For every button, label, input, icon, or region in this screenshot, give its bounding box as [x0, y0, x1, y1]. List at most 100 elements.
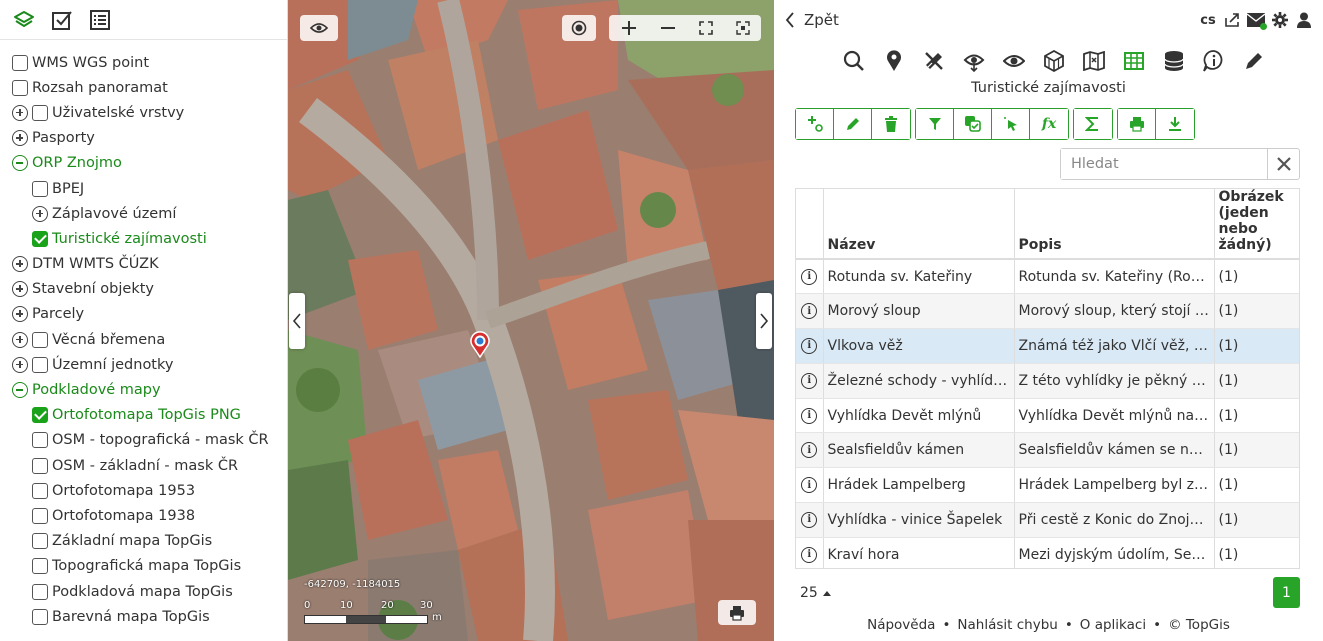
function-button[interactable]: fx: [1030, 109, 1068, 139]
layer-checkbox[interactable]: [32, 558, 48, 575]
expand-plus-icon[interactable]: [12, 130, 28, 147]
column-image[interactable]: Obrázek (jeden nebo žádný): [1214, 189, 1299, 260]
layer-checkbox[interactable]: [32, 104, 48, 121]
expand-plus-icon[interactable]: [12, 256, 28, 273]
select-layers-button[interactable]: [954, 109, 992, 139]
info-icon[interactable]: i: [801, 268, 818, 285]
layer-checkbox[interactable]: [12, 54, 28, 71]
layer-checkbox[interactable]: [32, 457, 48, 474]
table-row[interactable]: i Morový sloup Morový sloup, který stojí n…: [796, 293, 1299, 330]
3d-cube-icon[interactable]: [1034, 47, 1074, 75]
search-input[interactable]: [1061, 149, 1267, 179]
layer-checkbox[interactable]: [32, 432, 48, 449]
table-row[interactable]: i Vlkova věžZnámá též jako Vlčí věž, byla…: [796, 328, 1299, 364]
clear-search-button[interactable]: [1267, 149, 1299, 179]
info-icon[interactable]: i: [801, 407, 818, 424]
collapse-right-panel-button[interactable]: [756, 293, 772, 349]
layer-item[interactable]: Barevná mapa TopGis: [0, 604, 287, 629]
layer-item[interactable]: WMS WGS point: [0, 50, 287, 75]
page-1-button[interactable]: 1: [1273, 577, 1300, 608]
table-row[interactable]: i Železné schody - vyhlídka Z této vyhlídk…: [796, 363, 1299, 399]
table-row[interactable]: i Vyhlídka - vinice Šapelek Při cestě z Ko…: [796, 502, 1299, 538]
info-icon[interactable]: i: [801, 337, 818, 354]
zoom-out-icon[interactable]: [660, 20, 676, 36]
info-bubble-icon[interactable]: [1194, 47, 1234, 75]
layer-item[interactable]: Ortofotomapa 1938: [0, 503, 287, 528]
layer-checkbox[interactable]: [32, 507, 48, 524]
layer-checkbox[interactable]: [32, 608, 48, 625]
layer-item[interactable]: Základní mapa TopGis: [0, 529, 287, 554]
expand-plus-icon[interactable]: [12, 281, 28, 298]
print-map-button[interactable]: [718, 600, 756, 625]
poi-marker[interactable]: [469, 330, 491, 359]
edit-feature-button[interactable]: [834, 109, 872, 139]
collapse-minus-icon[interactable]: [12, 382, 28, 399]
settings-gear-icon[interactable]: [1271, 10, 1289, 30]
layer-item[interactable]: Uživatelské vrstvy: [0, 100, 287, 125]
view-settings-button[interactable]: [300, 15, 338, 41]
database-icon[interactable]: [1154, 47, 1194, 75]
column-name[interactable]: Název: [823, 189, 1015, 260]
locate-button[interactable]: [562, 15, 596, 41]
checklist-icon[interactable]: [46, 4, 78, 36]
info-icon[interactable]: i: [801, 442, 818, 459]
layer-item[interactable]: Pasporty: [0, 126, 287, 151]
layer-item[interactable]: OSM - základní - mask ČR: [0, 453, 287, 478]
measure-tools-icon[interactable]: [914, 47, 954, 75]
info-icon[interactable]: i: [801, 303, 818, 320]
layer-item[interactable]: Záplavové území: [0, 201, 287, 226]
fullscreen-icon[interactable]: [698, 21, 713, 35]
column-description[interactable]: Popis: [1014, 189, 1215, 260]
search-icon[interactable]: [834, 47, 874, 75]
layer-item[interactable]: DTM WMTS ČÚZK: [0, 252, 287, 277]
pointer-select-button[interactable]: [992, 109, 1030, 139]
edit-pencil-icon[interactable]: [1234, 47, 1274, 75]
layer-item[interactable]: Územní jednotky: [0, 352, 287, 377]
expand-plus-icon[interactable]: [12, 104, 28, 121]
help-link[interactable]: Nápověda: [867, 617, 935, 633]
list-icon[interactable]: [84, 4, 116, 36]
map-book-icon[interactable]: [1074, 47, 1114, 75]
layer-item[interactable]: ORP Znojmo: [0, 151, 287, 176]
street-view-icon[interactable]: [954, 47, 994, 75]
layer-item[interactable]: Podkladová mapa TopGis: [0, 579, 287, 604]
layer-checkbox[interactable]: [32, 180, 48, 197]
collapse-minus-icon[interactable]: [12, 155, 28, 172]
layer-item[interactable]: BPEJ: [0, 176, 287, 201]
sum-button[interactable]: [1074, 109, 1112, 139]
layer-checkbox[interactable]: [32, 533, 48, 550]
layer-item[interactable]: Stavební objekty: [0, 277, 287, 302]
layers-icon[interactable]: [8, 4, 40, 36]
user-icon[interactable]: [1295, 10, 1313, 30]
filter-button[interactable]: [916, 109, 954, 139]
layer-item[interactable]: Rozsah panoramat: [0, 75, 287, 100]
zoom-extent-icon[interactable]: [735, 21, 750, 35]
download-button[interactable]: [1156, 109, 1194, 139]
expand-plus-icon[interactable]: [12, 356, 28, 373]
layer-checkbox[interactable]: [32, 356, 48, 373]
mail-icon[interactable]: [1247, 10, 1267, 30]
layer-item[interactable]: Parcely: [0, 302, 287, 327]
report-bug-link[interactable]: Nahlásit chybu: [957, 617, 1057, 633]
layer-item[interactable]: Ortofotomapa 1953: [0, 478, 287, 503]
info-icon[interactable]: i: [801, 477, 818, 494]
page-size-select[interactable]: 25: [800, 585, 832, 601]
expand-plus-icon[interactable]: [12, 306, 28, 323]
table-row[interactable]: i Vyhlídka Devět mlýnů Vyhlídka Devět mlýn…: [796, 398, 1299, 434]
map-view[interactable]: -642709, -1184015 0 10 20 30 m: [288, 0, 774, 641]
share-icon[interactable]: [1223, 10, 1241, 30]
layer-checkbox[interactable]: [32, 583, 48, 600]
table-row[interactable]: i Sealsfieldův kámen Sealsfieldův kámen se…: [796, 432, 1299, 469]
map-marker-icon[interactable]: [874, 47, 914, 75]
delete-feature-button[interactable]: [872, 109, 910, 139]
layer-item[interactable]: Topografická mapa TopGis: [0, 554, 287, 579]
zoom-in-icon[interactable]: [621, 20, 637, 36]
table-icon[interactable]: [1114, 47, 1154, 75]
layer-item[interactable]: Ortofotomapa TopGis PNG: [0, 403, 287, 428]
collapse-left-panel-button[interactable]: [289, 293, 305, 349]
info-icon[interactable]: i: [801, 546, 818, 563]
layer-checkbox[interactable]: [32, 407, 48, 424]
layer-item[interactable]: Podkladové mapy: [0, 377, 287, 402]
layer-checkbox[interactable]: [12, 79, 28, 96]
layer-checkbox[interactable]: [32, 230, 48, 247]
